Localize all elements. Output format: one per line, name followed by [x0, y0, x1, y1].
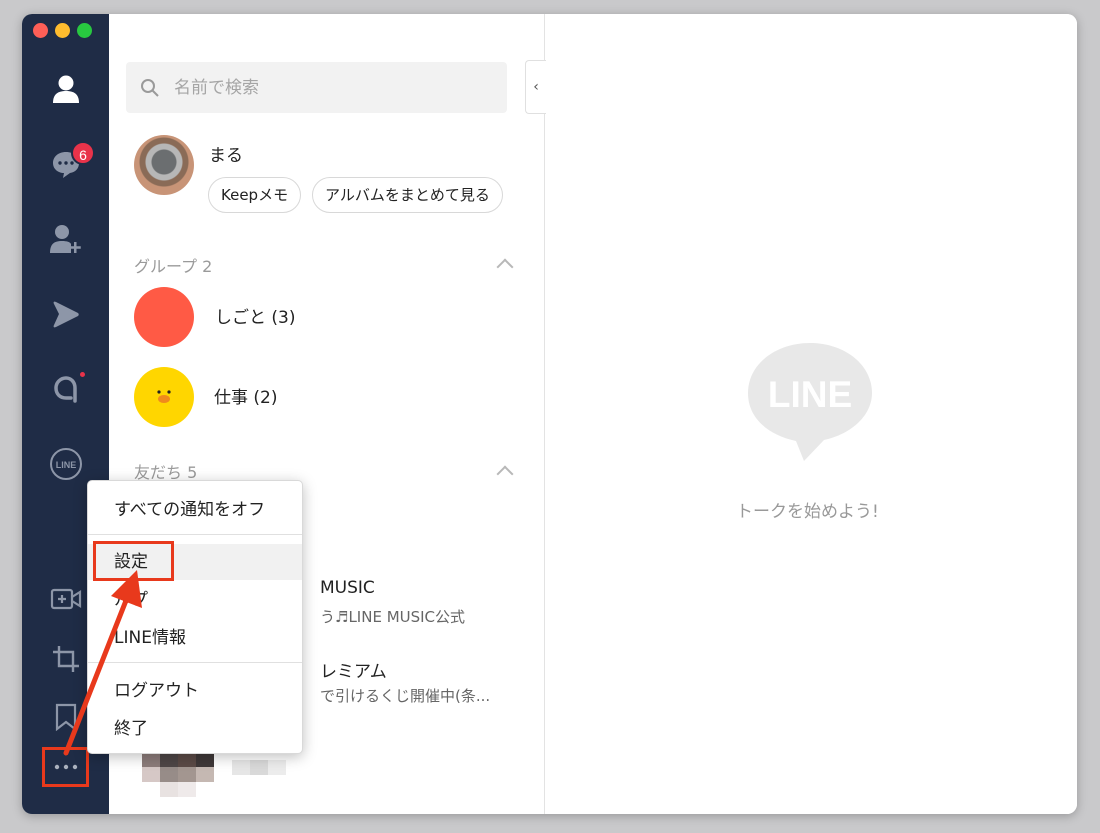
menu-separator — [88, 662, 302, 663]
friend-name[interactable]: レミアム — [320, 657, 387, 682]
menu-item-about[interactable]: LINE情報 — [88, 620, 302, 656]
collapse-panel-button[interactable]: ‹ — [525, 60, 546, 114]
group-name[interactable]: 仕事 (2) — [214, 383, 277, 408]
menu-item-help[interactable]: ルプ — [88, 582, 302, 618]
menu-separator — [88, 534, 302, 535]
more-dots-icon — [54, 764, 77, 770]
chats-tab[interactable]: 6 — [22, 141, 109, 181]
chevron-left-icon: ‹ — [533, 79, 539, 95]
group-avatar[interactable] — [134, 367, 194, 427]
line-services-tab[interactable]: LINE — [22, 446, 109, 482]
add-friend-tab[interactable] — [22, 222, 109, 256]
group-avatar[interactable] — [134, 287, 194, 347]
svg-text:LINE: LINE — [55, 460, 76, 470]
more-button[interactable] — [42, 747, 89, 787]
notification-dot — [80, 372, 85, 377]
video-call-icon — [50, 588, 81, 610]
sally-icon — [157, 390, 171, 403]
person-icon — [52, 75, 79, 103]
openchat-icon — [53, 376, 77, 403]
close-button[interactable] — [33, 23, 48, 38]
chevron-up-icon[interactable] — [496, 465, 514, 483]
add-friend-icon — [49, 225, 81, 253]
minimize-button[interactable] — [55, 23, 70, 38]
keep-memo-button[interactable]: Keepメモ — [208, 177, 302, 213]
menu-item-mute-all[interactable]: すべての通知をオフ — [88, 492, 302, 528]
more-menu: すべての通知をオフ 設定 ルプ LINE情報 ログアウト 終了 — [87, 480, 303, 754]
search-box[interactable] — [126, 62, 507, 113]
blurred-avatar — [142, 752, 286, 797]
profile-name: まる — [209, 146, 243, 166]
search-input[interactable] — [174, 77, 474, 98]
friend-status: で引けるくじ開催中(条... — [320, 687, 491, 705]
album-button[interactable]: アルバムをまとめて見る — [312, 177, 503, 213]
friend-name[interactable]: MUSIC — [320, 578, 375, 598]
menu-item-logout[interactable]: ログアウト — [88, 673, 302, 709]
line-logo-icon: LINE — [748, 343, 872, 461]
friend-status: う♬LINE MUSIC公式 — [320, 608, 466, 626]
bookmark-icon — [55, 703, 76, 731]
group-name[interactable]: しごと (3) — [215, 303, 295, 328]
groups-header[interactable]: グループ 2 — [134, 253, 212, 277]
play-icon — [53, 301, 79, 328]
openchat-tab[interactable] — [22, 370, 109, 406]
zoom-button[interactable] — [77, 23, 92, 38]
voom-tab[interactable] — [22, 297, 109, 331]
friends-tab[interactable] — [22, 72, 109, 106]
crop-icon — [52, 646, 79, 672]
highlight-box — [93, 541, 174, 581]
chat-area: LINE トークを始めよう! — [546, 14, 1077, 814]
window-controls — [33, 23, 92, 38]
line-logo-icon: LINE — [49, 448, 82, 480]
empty-chat-message: トークを始めよう! — [736, 502, 879, 522]
chevron-up-icon[interactable] — [496, 258, 514, 276]
menu-item-quit[interactable]: 終了 — [88, 711, 302, 747]
svg-text:LINE: LINE — [768, 374, 852, 415]
profile-avatar[interactable] — [134, 135, 194, 195]
unread-badge: 6 — [71, 141, 95, 165]
search-icon — [141, 78, 159, 97]
